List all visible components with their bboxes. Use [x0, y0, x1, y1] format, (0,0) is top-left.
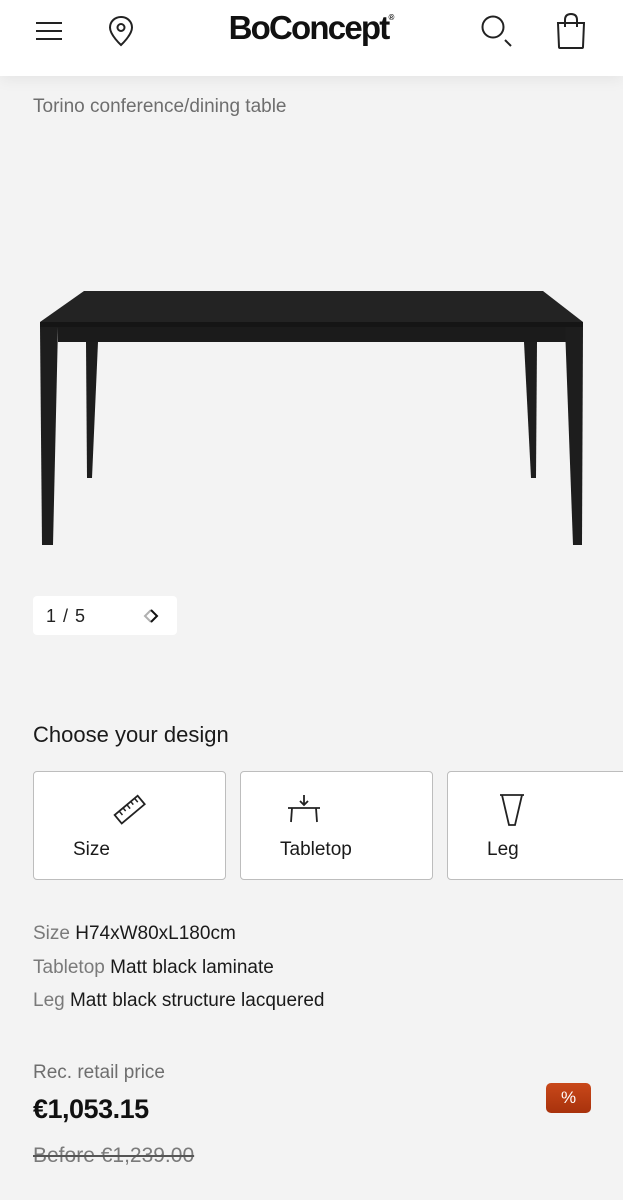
- logo-text: BoConcept: [228, 9, 391, 46]
- spec-value: Matt black structure lacquered: [69, 990, 325, 1011]
- spec-row-size: Size H74xW80xL180cm: [33, 923, 236, 945]
- before-price: Before €1,239.00: [33, 1144, 195, 1167]
- current-price: €1,053.15: [33, 1094, 149, 1124]
- spec-row-leg: Leg Matt black structure lacquered: [33, 990, 325, 1012]
- discount-badge: %: [546, 1083, 591, 1113]
- search-button[interactable]: [476, 10, 518, 52]
- table-leg-back-left: [86, 342, 98, 478]
- table-apron: [58, 327, 566, 342]
- shopping-bag-icon: [556, 12, 586, 49]
- top-header: BoConcept®: [0, 0, 623, 76]
- registered-mark: ®: [388, 13, 395, 22]
- gallery-pagination: 1 / 5: [33, 596, 177, 635]
- ruler-icon: [110, 790, 150, 830]
- tabletop-shape: [40, 291, 583, 322]
- product-image[interactable]: [0, 280, 623, 560]
- design-option-size[interactable]: Size: [33, 771, 226, 880]
- table-leg-front-left: [40, 327, 58, 545]
- brand-logo[interactable]: BoConcept®: [0, 9, 623, 47]
- chevron-right-icon: [150, 609, 159, 623]
- gallery-next-button[interactable]: [143, 605, 165, 627]
- spec-value: Matt black laminate: [110, 957, 274, 978]
- spec-value: H74xW80xL180cm: [75, 923, 236, 944]
- design-option-tabletop[interactable]: Tabletop: [240, 771, 433, 880]
- tabletop-icon: [284, 790, 324, 830]
- design-option-leg[interactable]: Leg: [447, 771, 623, 880]
- design-section-title: Choose your design: [33, 722, 229, 747]
- search-icon: [481, 15, 512, 47]
- design-option-label: Tabletop: [280, 839, 352, 860]
- design-option-label: Size: [73, 839, 110, 860]
- leg-icon: [492, 790, 532, 830]
- tabletop-edge: [40, 322, 583, 327]
- cart-button[interactable]: [549, 8, 593, 54]
- table-leg-front-right: [565, 327, 583, 545]
- spec-row-tabletop: Tabletop Matt black laminate: [33, 957, 274, 979]
- gallery-counter: 1 / 5: [46, 606, 87, 626]
- product-name-breadcrumb[interactable]: Torino conference/dining table: [33, 96, 287, 118]
- table-leg-back-right: [524, 342, 537, 478]
- spec-key: Leg: [33, 990, 65, 1011]
- spec-key: Tabletop: [33, 957, 105, 978]
- price-label: Rec. retail price: [33, 1062, 165, 1083]
- design-option-label: Leg: [487, 839, 519, 860]
- spec-key: Size: [33, 923, 70, 944]
